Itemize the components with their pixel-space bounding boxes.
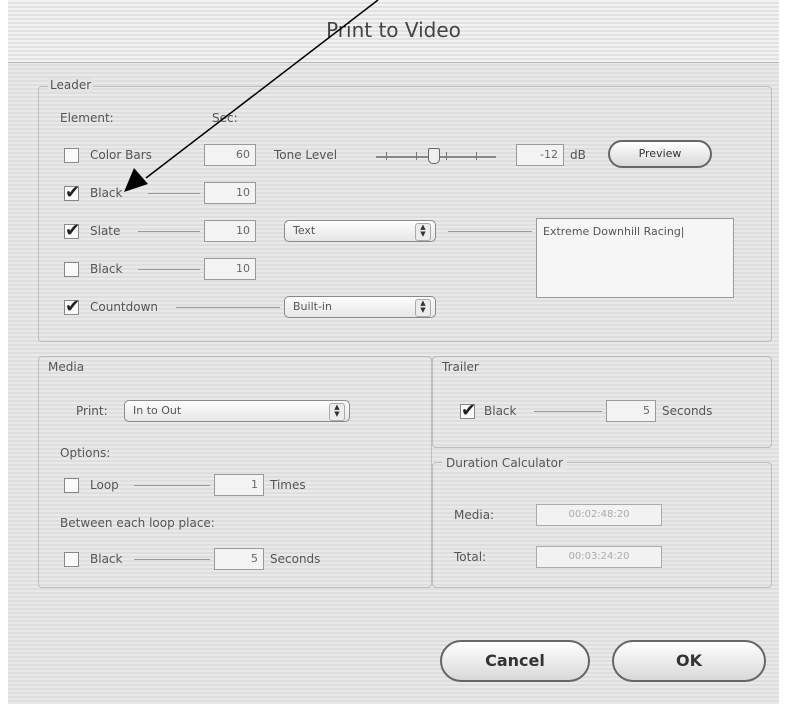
- callout-arrow: [124, 0, 379, 192]
